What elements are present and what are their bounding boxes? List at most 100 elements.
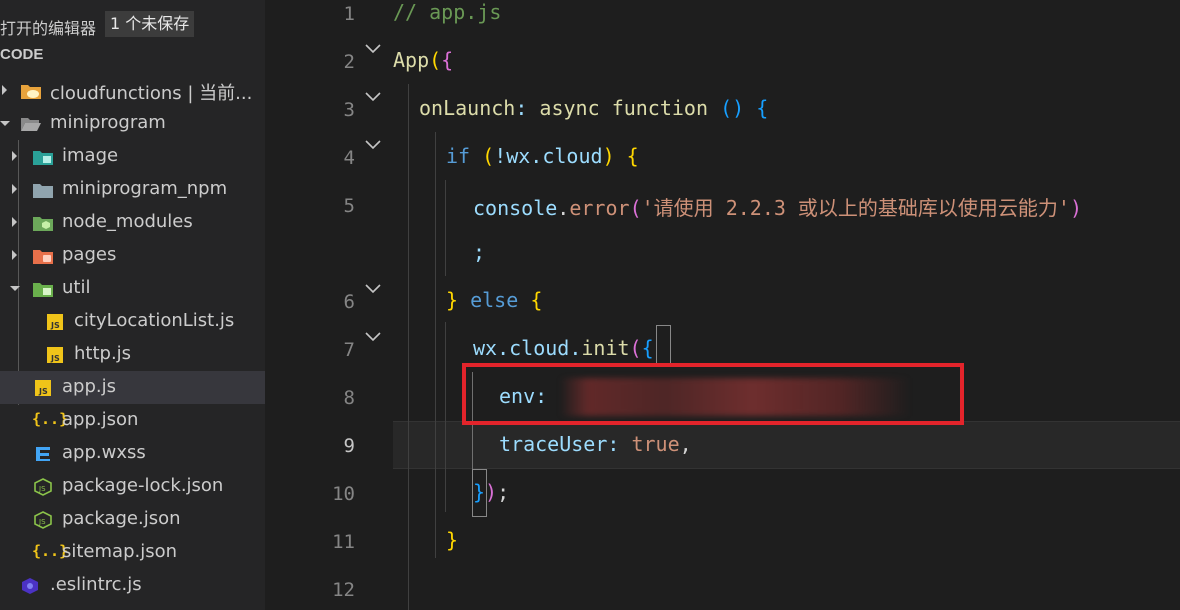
tree-item-sitemap-json[interactable]: {..} sitemap.json xyxy=(0,536,265,569)
util-folder-icon xyxy=(32,280,53,297)
tree-item-app-wxss[interactable]: app.wxss xyxy=(0,437,265,470)
fold-chevron-icon[interactable] xyxy=(365,44,381,54)
pages-folder-icon xyxy=(32,247,53,264)
line-number: 4 xyxy=(343,147,355,169)
tree-item-citylocationlist-js[interactable]: JS cityLocationList.js xyxy=(0,305,265,338)
tree-item-pages[interactable]: pages xyxy=(0,239,265,272)
tree-item-label: package-lock.json xyxy=(62,475,224,496)
paren-token: ( xyxy=(629,196,642,220)
fold-chevron-icon[interactable] xyxy=(365,284,381,294)
svg-text:JS: JS xyxy=(38,387,48,396)
indent-guide xyxy=(445,322,446,512)
chevron-right-icon xyxy=(12,250,17,260)
indent-guide xyxy=(408,84,409,610)
tree-item-miniprogram-npm[interactable]: miniprogram_npm xyxy=(0,173,265,206)
tree-item-cloudfunctions[interactable]: cloudfunctions | 当前... xyxy=(0,74,265,107)
line-number: 3 xyxy=(343,99,355,121)
css-file-icon xyxy=(34,445,52,461)
svg-text:JS: JS xyxy=(50,321,60,330)
tree-item-label: app.js xyxy=(62,376,116,397)
tree-item-label: package.json xyxy=(62,508,181,529)
paren-token: ( xyxy=(429,48,442,72)
expression-token: !wx.cloud xyxy=(494,144,603,168)
property-token: traceUser xyxy=(499,432,608,456)
tree-item-app-json[interactable]: {..} app.json xyxy=(0,404,265,437)
tree-item-package-lock-json[interactable]: JS package-lock.json xyxy=(0,470,265,503)
tree-item-label: image xyxy=(62,145,119,166)
line-number-current: 9 xyxy=(343,435,355,457)
colon-token: : xyxy=(515,96,540,120)
identifier-token: console xyxy=(473,196,558,220)
image-folder-icon xyxy=(32,148,53,165)
code-line-6: } else { xyxy=(446,288,542,312)
code-line-5-wrap: ; xyxy=(473,240,485,264)
method-token: init xyxy=(581,336,630,360)
json-file-icon: {..} xyxy=(32,542,69,560)
tree-item-label: miniprogram_npm xyxy=(62,178,228,199)
code-line-1: // app.js xyxy=(393,0,501,24)
brace-token: } xyxy=(473,480,486,504)
code-line-5: console.error('请使用 2.2.3 或以上的基础库以使用云能力') xyxy=(473,192,1082,221)
tree-item-miniprogram[interactable]: miniprogram xyxy=(0,107,265,140)
line-number: 6 xyxy=(343,291,355,313)
paren-token: ) xyxy=(485,480,498,504)
open-editors-label: 打开的编辑器 xyxy=(0,19,97,38)
tree-item-label: cityLocationList.js xyxy=(74,310,235,331)
chevron-right-icon xyxy=(12,184,17,194)
tree-item-label: cloudfunctions | 当前... xyxy=(50,83,253,104)
comma-token: , xyxy=(679,432,692,456)
tree-item-package-json[interactable]: JS package.json xyxy=(0,503,265,536)
js-file-icon: JS xyxy=(34,379,52,396)
keyword-function: function xyxy=(611,96,709,120)
tree-item-image[interactable]: image xyxy=(0,140,265,173)
string-token: '请使用 2.2.3 或以上的基础库以使用云能力' xyxy=(641,196,1070,220)
tree-item-node-modules[interactable]: node_modules xyxy=(0,206,265,239)
tree-item-label: miniprogram xyxy=(50,112,166,133)
tree-item-label: node_modules xyxy=(62,211,193,232)
open-editors-header[interactable]: 打开的编辑器 1 个未保存 xyxy=(0,8,265,38)
tree-item-label: util xyxy=(62,277,91,298)
tree-item-util[interactable]: util xyxy=(0,272,265,305)
tree-item-app-js[interactable]: JS app.js xyxy=(0,371,265,404)
node-json-file-icon: JS xyxy=(33,511,52,529)
bracket-match-box xyxy=(656,325,671,367)
code-line-11: } xyxy=(446,528,458,552)
paren-token: ) xyxy=(1069,196,1083,220)
code-editor[interactable]: 1 2 3 4 5 6 7 8 9 10 11 12 // app.js App… xyxy=(265,0,1180,610)
chevron-right-icon xyxy=(12,217,17,227)
tree-item-label: app.wxss xyxy=(62,442,146,463)
node-folder-icon xyxy=(32,214,53,231)
chevron-down-icon xyxy=(0,121,10,126)
explorer-sidebar: 打开的编辑器 1 个未保存 CODE cloudfunctions | 当前..… xyxy=(0,0,265,610)
js-file-icon: JS xyxy=(46,313,64,330)
indent-guide xyxy=(435,132,436,558)
eslint-file-icon xyxy=(20,577,38,594)
tree-item-label: app.json xyxy=(62,409,139,430)
cloud-folder-icon xyxy=(20,82,41,99)
fold-chevron-icon[interactable] xyxy=(365,92,381,102)
brace-token: { xyxy=(626,144,639,168)
tree-item-http-js[interactable]: JS http.js xyxy=(0,338,265,371)
code-line-9: traceUser: true, xyxy=(499,432,692,456)
paren-token: () xyxy=(720,96,745,120)
colon-token: : xyxy=(607,432,632,456)
chevron-right-icon xyxy=(12,151,17,161)
line-number: 12 xyxy=(332,579,355,601)
fold-chevron-icon[interactable] xyxy=(365,332,381,342)
line-number: 7 xyxy=(343,339,355,361)
highlight-annotation-box xyxy=(462,363,964,425)
code-line-10: }); xyxy=(473,480,509,504)
property-token: onLaunch xyxy=(419,96,516,120)
code-line-3: onLaunch: async function () { xyxy=(419,96,768,120)
workspace-section-title[interactable]: CODE xyxy=(0,46,43,63)
line-number: 2 xyxy=(343,51,355,73)
line-number: 8 xyxy=(343,387,355,409)
method-token: error xyxy=(569,196,630,220)
semicolon-token: ; xyxy=(473,240,486,264)
fold-chevron-icon[interactable] xyxy=(365,140,381,150)
code-line-4: if (!wx.cloud) { xyxy=(446,144,639,168)
brace-token: } xyxy=(446,528,459,552)
svg-text:JS: JS xyxy=(38,518,46,526)
tree-item-eslintrc-js[interactable]: .eslintrc.js xyxy=(0,569,265,602)
tree-item-label: http.js xyxy=(74,343,132,364)
